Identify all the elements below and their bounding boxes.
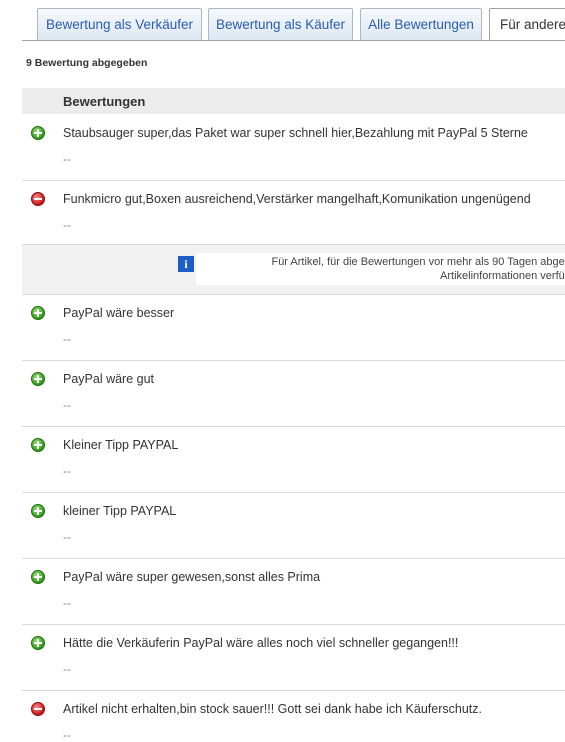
info-icon: i: [178, 256, 194, 272]
positive-rating-icon: [31, 438, 45, 452]
feedback-comment: Kleiner Tipp PAYPAL: [63, 438, 179, 452]
table-row: kleiner Tipp PAYPAL --: [22, 492, 565, 559]
tab-left-for-others[interactable]: Für andere: [489, 8, 565, 41]
info-text: Für Artikel, für die Bewertungen vor meh…: [196, 255, 565, 283]
info-band: i Für Artikel, für die Bewertungen vor m…: [22, 244, 565, 295]
positive-rating-icon: [31, 636, 45, 650]
feedback-item-info: --: [63, 152, 71, 166]
negative-rating-icon: [31, 192, 45, 206]
tab-underline: [22, 40, 565, 41]
table-row: PayPal wäre gut --: [22, 360, 565, 427]
table-row: Kleiner Tipp PAYPAL --: [22, 426, 565, 493]
feedback-comment: Funkmicro gut,Boxen ausreichend,Verstärk…: [63, 192, 531, 206]
feedback-comment: PayPal wäre super gewesen,sonst alles Pr…: [63, 570, 321, 584]
positive-rating-icon: [31, 504, 45, 518]
positive-rating-icon: [31, 570, 45, 584]
table-row: Funkmicro gut,Boxen ausreichend,Verstärk…: [22, 180, 565, 246]
info-text-line1: Für Artikel, für die Bewertungen vor meh…: [271, 256, 565, 268]
feedback-comment: Artikel nicht erhalten,bin stock sauer!!…: [63, 702, 482, 716]
column-header-feedback: Bewertungen: [63, 94, 146, 109]
positive-rating-icon: [31, 126, 45, 140]
table-row: Hätte die Verkäuferin PayPal wäre alles …: [22, 624, 565, 691]
feedback-comment: Staubsauger super,das Paket war super sc…: [63, 126, 528, 140]
tab-all-feedback[interactable]: Alle Bewertungen: [360, 8, 482, 40]
feedback-item-info: --: [63, 662, 71, 676]
feedback-comment: PayPal wäre gut: [63, 372, 155, 386]
info-text-line2: Artikelinformationen verfügb: [440, 270, 565, 282]
tab-seller-feedback[interactable]: Bewertung als Verkäufer: [37, 8, 202, 40]
tab-bar: Bewertung als Verkäufer Bewertung als Kä…: [0, 0, 565, 41]
feedback-item-info: --: [63, 332, 71, 346]
info-box: Für Artikel, für die Bewertungen vor meh…: [196, 253, 565, 285]
table-row: Staubsauger super,das Paket war super sc…: [22, 114, 565, 181]
feedback-comment: Hätte die Verkäuferin PayPal wäre alles …: [63, 636, 459, 650]
feedback-item-info: --: [63, 596, 71, 610]
feedback-count: 9 Bewertung abgegeben: [26, 57, 148, 69]
feedback-comment: PayPal wäre besser: [63, 306, 175, 320]
negative-rating-icon: [31, 702, 45, 716]
feedback-item-info: --: [63, 728, 71, 742]
table-header: Bewertungen: [22, 88, 565, 114]
feedback-item-info: --: [63, 530, 71, 544]
positive-rating-icon: [31, 372, 45, 386]
table-row: PayPal wäre besser --: [22, 294, 565, 361]
table-row: Artikel nicht erhalten,bin stock sauer!!…: [22, 690, 565, 742]
table-row: PayPal wäre super gewesen,sonst alles Pr…: [22, 558, 565, 625]
feedback-item-info: --: [63, 218, 71, 232]
feedback-comment: kleiner Tipp PAYPAL: [63, 504, 177, 518]
tab-buyer-feedback[interactable]: Bewertung als Käufer: [208, 8, 353, 40]
feedback-item-info: --: [63, 398, 71, 412]
positive-rating-icon: [31, 306, 45, 320]
feedback-item-info: --: [63, 464, 71, 478]
